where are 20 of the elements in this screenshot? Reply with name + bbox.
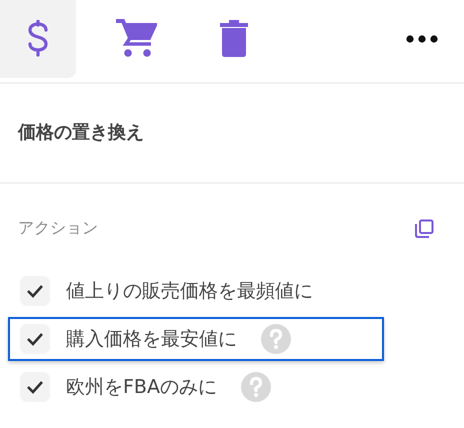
checkbox[interactable] [20,372,50,402]
check-icon [26,332,44,346]
action-item[interactable]: 欧州をFBAのみに [8,365,384,409]
action-item[interactable]: 値上りの販売価格を最頻値に [8,269,384,313]
checkbox[interactable] [20,324,50,354]
panel-title: 価格の置き換え [16,121,145,145]
check-icon [26,284,44,298]
action-label: 値上りの販売価格を最頻値に [66,279,313,304]
trash-icon [219,20,249,58]
copy-icon[interactable] [414,218,434,238]
checkbox[interactable] [20,276,50,306]
cart-icon [115,18,157,60]
dollar-icon [27,20,49,58]
check-icon [26,380,44,394]
action-label: 欧州をFBAのみに [66,375,217,400]
action-item[interactable]: 購入価格を最安値に [8,317,384,361]
dollar-tab[interactable] [0,0,76,78]
action-label: 購入価格を最安値に [66,327,237,352]
more-icon[interactable] [406,34,438,44]
section-label: アクション [18,218,98,239]
